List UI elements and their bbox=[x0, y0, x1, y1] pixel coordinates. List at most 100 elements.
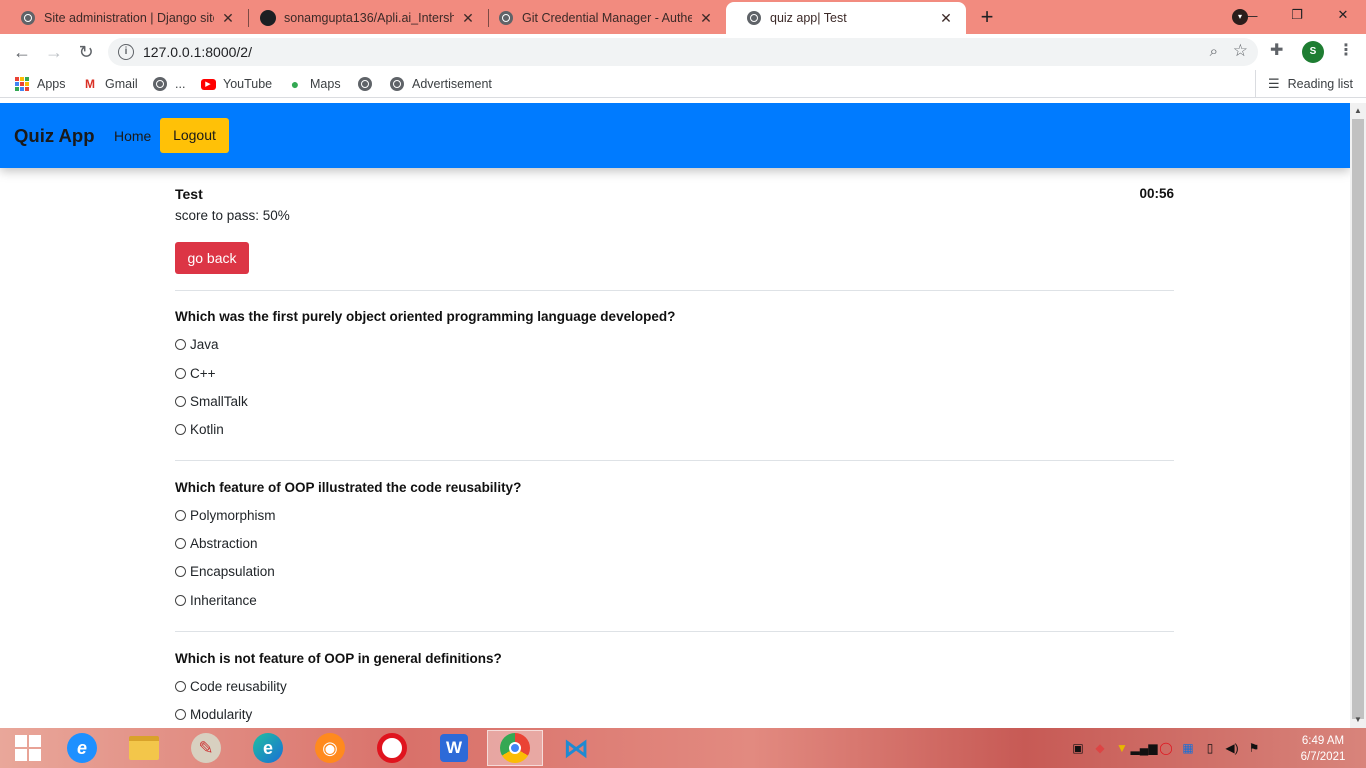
question-text: Which was the first purely object orient… bbox=[175, 309, 676, 324]
internet-explorer-icon[interactable]: e bbox=[54, 730, 110, 766]
page-scrollbar[interactable]: ▲ ▼ bbox=[1350, 103, 1366, 728]
bookmark-globe[interactable] bbox=[357, 76, 380, 92]
answer-option[interactable]: C++ bbox=[175, 364, 216, 382]
option-label[interactable]: Abstraction bbox=[190, 536, 258, 551]
close-icon[interactable]: ✕ bbox=[938, 10, 954, 27]
close-icon[interactable]: ✕ bbox=[460, 10, 476, 27]
option-label[interactable]: Kotlin bbox=[190, 422, 224, 437]
radio-button[interactable] bbox=[175, 565, 186, 577]
answer-option[interactable]: Modularity bbox=[175, 705, 252, 723]
bookmark-maps[interactable]: ● Maps bbox=[287, 76, 341, 92]
clock-date: 6/7/2021 bbox=[1300, 751, 1346, 763]
action-center-flag-icon[interactable]: ⚑ bbox=[1246, 740, 1262, 756]
bookmark-youtube[interactable]: ▶ YouTube bbox=[200, 76, 272, 92]
option-label[interactable]: Code reusability bbox=[190, 679, 287, 694]
battery-icon[interactable]: ▯ bbox=[1202, 740, 1218, 756]
tab-quiz-app[interactable]: quiz app| Test ✕ bbox=[726, 2, 966, 34]
reload-icon[interactable]: ↻ bbox=[74, 40, 98, 64]
question-block: Which is not feature of OOP in general d… bbox=[175, 631, 1174, 722]
reading-list[interactable]: ☰ Reading list bbox=[1255, 70, 1353, 98]
tray-app-icon[interactable]: ▼ bbox=[1114, 740, 1130, 756]
go-back-button[interactable]: go back bbox=[175, 242, 249, 274]
radio-button[interactable] bbox=[175, 537, 186, 549]
bookmark-apps[interactable]: Apps bbox=[14, 76, 66, 92]
radio-button[interactable] bbox=[175, 338, 186, 350]
scrollbar-thumb[interactable] bbox=[1352, 119, 1364, 719]
logout-button[interactable]: Logout bbox=[160, 118, 229, 153]
wps-office-icon[interactable]: W bbox=[426, 730, 482, 766]
tab-git-credential[interactable]: Git Credential Manager - Authentication … bbox=[478, 2, 726, 34]
tab-django-admin[interactable]: Site administration | Django site admin … bbox=[0, 2, 248, 34]
option-label[interactable]: C++ bbox=[190, 366, 216, 381]
radio-button[interactable] bbox=[175, 367, 186, 379]
start-button[interactable] bbox=[0, 730, 56, 766]
question-block: Which was the first purely object orient… bbox=[175, 290, 1174, 437]
browser-tab-strip: Site administration | Django site admin … bbox=[0, 0, 1366, 34]
edge-icon[interactable]: e bbox=[240, 730, 296, 766]
volume-icon[interactable]: ◀) bbox=[1224, 740, 1240, 756]
nav-home-link[interactable]: Home bbox=[114, 128, 151, 144]
radio-button[interactable] bbox=[175, 509, 186, 521]
site-info-icon[interactable]: i bbox=[118, 44, 134, 60]
option-label[interactable]: Java bbox=[190, 337, 219, 352]
radio-button[interactable] bbox=[175, 680, 186, 692]
radio-button[interactable] bbox=[175, 423, 186, 435]
answer-option[interactable]: Inheritance bbox=[175, 591, 257, 609]
window-controls: — ❐ ✕ bbox=[1228, 0, 1366, 30]
url-text[interactable]: 127.0.0.1:8000/2/ bbox=[143, 44, 252, 60]
scroll-down-icon[interactable]: ▼ bbox=[1350, 712, 1366, 728]
answer-option[interactable]: Code reusability bbox=[175, 677, 287, 695]
bookmark-advertisement[interactable]: Advertisement bbox=[389, 76, 492, 92]
answer-option[interactable]: Kotlin bbox=[175, 420, 224, 438]
bookmark-gmail[interactable]: M Gmail bbox=[82, 76, 138, 92]
question-text: Which is not feature of OOP in general d… bbox=[175, 651, 502, 666]
radio-button[interactable] bbox=[175, 594, 186, 606]
tab-title: quiz app| Test bbox=[770, 11, 847, 25]
bookmark-star-icon[interactable]: ☆ bbox=[1233, 41, 1248, 61]
paint-icon[interactable]: ✎ bbox=[178, 730, 234, 766]
forward-icon[interactable]: → bbox=[42, 40, 66, 64]
answer-option[interactable]: Java bbox=[175, 335, 219, 353]
tray-app-icon[interactable]: ▣ bbox=[1070, 740, 1086, 756]
network-icon[interactable]: ▂▄▆ bbox=[1131, 740, 1158, 756]
option-label[interactable]: Polymorphism bbox=[190, 508, 276, 523]
option-label[interactable]: Encapsulation bbox=[190, 564, 275, 579]
extensions-icon[interactable]: ✚ bbox=[1270, 40, 1283, 60]
restore-icon[interactable]: ❐ bbox=[1274, 0, 1320, 30]
tray-app-icon[interactable]: ◆ bbox=[1092, 740, 1108, 756]
answer-option[interactable]: Encapsulation bbox=[175, 562, 275, 580]
navbar-brand[interactable]: Quiz App bbox=[14, 125, 95, 147]
bookmark-label: ... bbox=[175, 77, 186, 91]
minimize-icon[interactable]: — bbox=[1228, 0, 1274, 30]
profile-avatar[interactable]: S bbox=[1302, 41, 1324, 63]
bookmark-ellipsis[interactable]: ... bbox=[152, 76, 185, 92]
firefox-icon[interactable]: ◉ bbox=[302, 730, 358, 766]
answer-option[interactable]: Abstraction bbox=[175, 534, 258, 552]
youtube-icon: ▶ bbox=[200, 76, 216, 92]
back-icon[interactable]: ← bbox=[10, 40, 34, 64]
answer-option[interactable]: SmallTalk bbox=[175, 392, 248, 410]
window-close-icon[interactable]: ✕ bbox=[1320, 0, 1366, 30]
option-label[interactable]: SmallTalk bbox=[190, 394, 248, 409]
scroll-up-icon[interactable]: ▲ bbox=[1350, 103, 1366, 119]
taskbar-clock[interactable]: 6:49 AM 6/7/2021 bbox=[1296, 733, 1350, 765]
new-tab-button[interactable]: + bbox=[976, 6, 998, 28]
opera-icon[interactable] bbox=[364, 730, 420, 766]
opera-tray-icon[interactable]: ◯ bbox=[1158, 740, 1174, 756]
radio-button[interactable] bbox=[175, 395, 186, 407]
tab-github[interactable]: sonamgupta136/Apli.ai_Intership ✕ bbox=[240, 2, 488, 34]
close-icon[interactable]: ✕ bbox=[220, 10, 236, 27]
radio-button[interactable] bbox=[175, 708, 186, 720]
close-icon[interactable]: ✕ bbox=[698, 10, 714, 27]
tray-app-icon[interactable]: ▦ bbox=[1180, 740, 1196, 756]
address-bar[interactable]: i 127.0.0.1:8000/2/ ⌕ ☆ bbox=[108, 38, 1258, 66]
vscode-icon[interactable]: ⋈ bbox=[548, 730, 604, 766]
option-label[interactable]: Inheritance bbox=[190, 593, 257, 608]
zoom-icon[interactable]: ⌕ bbox=[1210, 43, 1218, 60]
reading-list-icon: ☰ bbox=[1268, 76, 1280, 91]
option-label[interactable]: Modularity bbox=[190, 707, 252, 722]
answer-option[interactable]: Polymorphism bbox=[175, 506, 276, 524]
menu-icon[interactable]: ⋮ bbox=[1338, 40, 1354, 60]
file-explorer-icon[interactable] bbox=[116, 730, 172, 766]
chrome-icon[interactable] bbox=[487, 730, 543, 766]
